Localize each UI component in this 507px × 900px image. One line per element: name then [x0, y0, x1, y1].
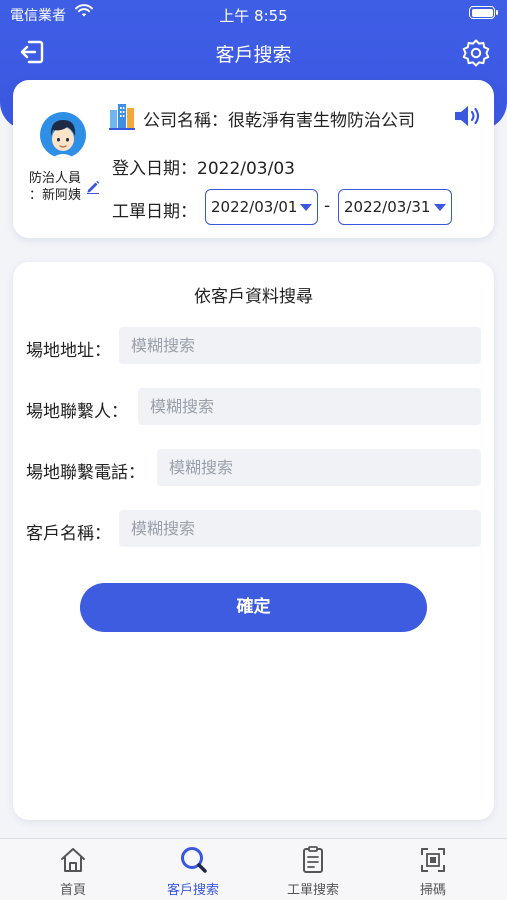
tab-bar: 首頁 客戶搜索 工單搜索 掃碼 — [0, 838, 507, 900]
gear-icon[interactable] — [461, 38, 491, 68]
tab-scan[interactable]: 掃碼 — [370, 839, 496, 900]
contact-input[interactable] — [138, 388, 481, 425]
search-icon — [181, 847, 207, 873]
work-date-from-select[interactable]: 2022/03/01 — [205, 189, 318, 225]
tab-home-label: 首頁 — [59, 883, 86, 898]
status-bar: 電信業者 上午 8:55 — [0, 0, 507, 28]
confirm-button[interactable]: 確定 — [80, 583, 427, 632]
company-name: 公司名稱：很乾淨有害生物防治公司 — [143, 111, 415, 131]
work-date-from-value: 2022/03/01 — [211, 198, 298, 216]
tab-scan-label: 掃碼 — [419, 883, 446, 898]
login-date: 登入日期：2022/03/03 — [112, 159, 295, 179]
tab-work-order-search[interactable]: 工單搜索 — [250, 839, 376, 900]
tab-work-order-search-label: 工單搜索 — [286, 883, 339, 898]
search-card: 依客戶資料搜尋 場地地址： 場地聯繫人： 場地聯繫電話： 客戶名稱： 確定 — [13, 262, 494, 820]
battery-icon — [469, 6, 498, 19]
building-icon — [109, 104, 135, 130]
staff-label: 防治人員 ：新阿姨 — [17, 170, 93, 204]
edit-icon[interactable] — [85, 178, 101, 194]
staff-label-title: 防治人員 — [28, 171, 81, 186]
staff-name: ：新阿姨 — [28, 188, 81, 203]
tab-customer-search-label: 客戶搜索 — [166, 883, 219, 898]
work-date-to-select[interactable]: 2022/03/31 — [338, 189, 452, 225]
chevron-down-icon — [434, 204, 446, 211]
address-input[interactable] — [119, 327, 481, 364]
date-separator: - — [324, 196, 331, 216]
profile-card: 防治人員 ：新阿姨 公司名稱：很乾淨有害生物防治公司 登入日期：2022/03/… — [13, 80, 494, 238]
chevron-down-icon — [300, 204, 312, 211]
search-section-title: 依客戶資料搜尋 — [194, 287, 313, 307]
phone-input[interactable] — [157, 449, 481, 486]
speaker-icon[interactable] — [453, 104, 483, 128]
work-date-label: 工單日期： — [112, 202, 197, 222]
tab-home[interactable]: 首頁 — [10, 839, 136, 900]
scan-icon — [421, 848, 445, 872]
customer-name-input[interactable] — [119, 510, 481, 547]
work-date-to-value: 2022/03/31 — [344, 198, 431, 216]
page-title: 客戶搜索 — [215, 44, 292, 66]
nav-bar: 客戶搜索 — [0, 30, 507, 74]
home-icon — [61, 848, 85, 872]
clipboard-icon — [303, 846, 323, 873]
clock: 上午 8:55 — [219, 7, 288, 25]
contact-label: 場地聯繫人： — [26, 402, 128, 422]
phone-label: 場地聯繫電話： — [26, 463, 145, 483]
tab-customer-search[interactable]: 客戶搜索 — [130, 839, 256, 900]
avatar — [40, 112, 86, 158]
customer-name-label: 客戶名稱： — [26, 524, 111, 544]
address-label: 場地地址： — [26, 341, 111, 361]
